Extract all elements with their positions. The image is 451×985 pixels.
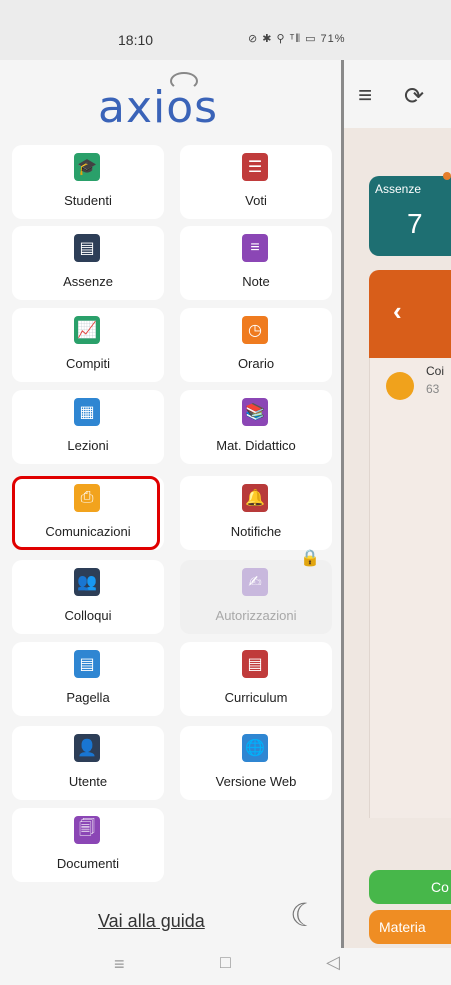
- panel-item-title: Coi: [426, 364, 445, 378]
- bed-icon: ▤: [74, 234, 100, 262]
- assenze-card[interactable]: Assenze 7: [369, 172, 451, 256]
- files-icon: 🗐: [74, 816, 100, 844]
- chart-icon: 📈: [74, 316, 100, 344]
- logo-text: axios: [98, 82, 219, 133]
- content-panel: [369, 358, 451, 818]
- highlight-box: [12, 476, 160, 550]
- tile-orario[interactable]: ◷ Orario: [180, 308, 332, 382]
- materia-button[interactable]: Materia: [369, 910, 451, 944]
- chevron-left-icon[interactable]: ‹: [393, 296, 402, 327]
- panel-item-subtitle: 63: [426, 382, 440, 396]
- materia-button-label: Materia: [379, 919, 426, 935]
- assenze-count: 7: [407, 208, 423, 239]
- tile-label: Versione Web: [215, 774, 297, 789]
- tile-label: Documenti: [56, 856, 120, 871]
- refresh-icon[interactable]: ⟳: [404, 82, 424, 111]
- tile-note[interactable]: ≡ Note: [180, 226, 332, 300]
- signature-icon: ✍: [242, 568, 268, 596]
- dark-mode-moon-icon[interactable]: ☾: [290, 896, 319, 934]
- assenze-title: Assenze: [375, 182, 422, 196]
- people-icon: 👥: [74, 568, 100, 596]
- note-icon: ≡: [242, 234, 268, 262]
- orange-header-card: ‹: [369, 270, 451, 358]
- tile-utente[interactable]: 👤 Utente: [12, 726, 164, 800]
- tile-lezioni[interactable]: ▦ Lezioni: [12, 390, 164, 464]
- tile-label: Curriculum: [224, 690, 288, 705]
- recent-apps-icon[interactable]: ≡: [114, 954, 125, 975]
- globe-icon: 🌐: [242, 734, 268, 762]
- tile-compiti[interactable]: 📈 Compiti: [12, 308, 164, 382]
- lesson-icon: ▦: [74, 398, 100, 426]
- back-icon[interactable]: ◁: [326, 952, 340, 973]
- books-icon: 📚: [242, 398, 268, 426]
- tile-studenti[interactable]: 🎓 Studenti: [12, 145, 164, 219]
- status-icons: ⊘ ✱ ⚲ ᵀ⫴ ▭ 71%: [248, 33, 346, 45]
- tile-pagella[interactable]: ▤ Pagella: [12, 642, 164, 716]
- user-icon: 👤: [74, 734, 100, 762]
- bell-icon: 🔔: [242, 484, 268, 512]
- tile-assenze[interactable]: ▤ Assenze: [12, 226, 164, 300]
- tile-label: Mat. Didattico: [216, 438, 296, 453]
- tile-label: Lezioni: [67, 438, 109, 453]
- tile-mat-didattico[interactable]: 📚 Mat. Didattico: [180, 390, 332, 464]
- tile-documenti[interactable]: 🗐 Documenti: [12, 808, 164, 882]
- green-action-button[interactable]: Co: [369, 870, 451, 904]
- tile-curriculum[interactable]: ▤ Curriculum: [180, 642, 332, 716]
- tile-label: Pagella: [66, 690, 110, 705]
- lock-icon: 🔒: [300, 550, 320, 567]
- tile-label: Compiti: [65, 356, 111, 371]
- document-icon: ▤: [242, 650, 268, 678]
- status-dot: [386, 372, 414, 400]
- home-icon[interactable]: □: [220, 952, 231, 973]
- tile-label: Orario: [237, 356, 275, 371]
- tile-label: Autorizzazioni: [215, 608, 297, 623]
- tile-voti[interactable]: ☰ Voti: [180, 145, 332, 219]
- tile-label: Notifiche: [230, 524, 282, 539]
- assenze-dot: [443, 172, 451, 180]
- clipboard-icon: ☰: [242, 153, 268, 181]
- clock-icon: ◷: [242, 316, 268, 344]
- tile-label: Colloqui: [64, 608, 112, 623]
- tile-label: Assenze: [63, 274, 113, 289]
- tile-label: Note: [242, 274, 270, 289]
- status-bar: 18:10 ⊘ ✱ ⚲ ᵀ⫴ ▭ 71%: [0, 0, 451, 60]
- app-logo: axios: [0, 60, 341, 150]
- top-toolbar: ≡ ⟳: [344, 60, 451, 129]
- tile-autorizzazioni[interactable]: 🔒 ✍ Autorizzazioni: [180, 550, 332, 634]
- report-icon: ▤: [74, 650, 100, 678]
- tile-label: Utente: [68, 774, 108, 789]
- tile-label: Studenti: [64, 193, 112, 208]
- guide-link[interactable]: Vai alla guida: [98, 911, 205, 932]
- menu-icon[interactable]: ≡: [358, 82, 372, 110]
- tile-label: Voti: [245, 193, 267, 208]
- graduation-cap-icon: 🎓: [74, 153, 100, 181]
- status-time: 18:10: [118, 32, 154, 48]
- system-nav-bar: ≡ □ ◁: [0, 948, 451, 985]
- tile-notifiche[interactable]: 🔔 Notifiche: [180, 476, 332, 550]
- tile-colloqui[interactable]: 👥 Colloqui: [12, 560, 164, 634]
- green-button-label: Co: [431, 879, 449, 895]
- tile-versione-web[interactable]: 🌐 Versione Web: [180, 726, 332, 800]
